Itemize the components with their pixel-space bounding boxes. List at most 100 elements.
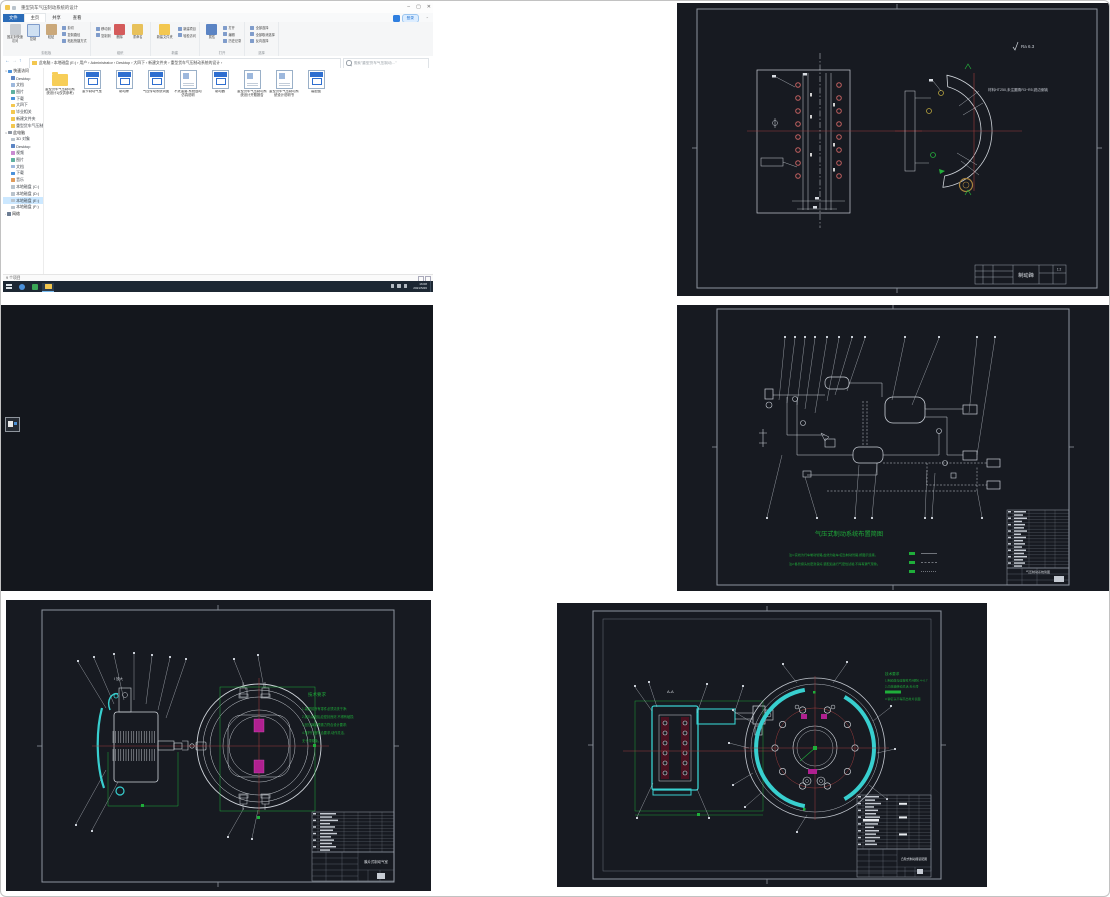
select-all-button[interactable]: 全部选择	[250, 25, 275, 30]
ribbon: 固定到快速访问 复制 粘贴 剪切 复制路径 粘贴快捷方式 剪贴板 移动到 复制到…	[3, 22, 433, 57]
sidebar-item-folder[interactable]: 大四下	[3, 102, 43, 109]
file-item-dwg[interactable]: 重卡制动气室	[77, 70, 107, 94]
open-button[interactable]: 打开	[222, 25, 241, 30]
quick-access-toolbar-icon[interactable]	[12, 5, 16, 10]
doc-file-icon	[275, 70, 293, 89]
legend	[909, 552, 937, 573]
tab-home[interactable]: 主页	[23, 13, 47, 22]
maximize-button[interactable]: ▢	[416, 4, 421, 10]
up-button[interactable]: ↑	[19, 58, 22, 64]
delete-button[interactable]: 删除	[111, 24, 129, 40]
callout-leaders	[766, 337, 996, 518]
collapse-ribbon-icon[interactable]: ⌃	[426, 16, 429, 21]
status-bar: 9 个项目	[3, 274, 433, 282]
copy-to-icon	[95, 33, 100, 37]
pin-to-quick-access-button[interactable]: 固定到快速访问	[6, 24, 24, 43]
forward-button[interactable]: →	[12, 58, 17, 64]
close-button[interactable]: ✕	[427, 4, 431, 10]
netdisk-icon[interactable]	[392, 15, 400, 22]
sidebar-item-documents[interactable]: 文档	[3, 82, 43, 89]
paste-shortcut-button[interactable]: 粘贴快捷方式	[62, 38, 87, 43]
sidebar-item-desktop[interactable]: Desktop	[3, 75, 43, 82]
sidebar-item-drive-d[interactable]: 本地磁盘 (D:)	[3, 190, 43, 197]
file-item-dwg[interactable]: 装配图	[301, 70, 331, 94]
sidebar-item-3d-objects[interactable]: 3D 对象	[3, 136, 43, 143]
doc-file-icon	[179, 70, 197, 89]
sidebar-item-folder[interactable]: 毕业相关	[3, 109, 43, 116]
sidebar-quick-access[interactable]: ∨ 快速访问	[3, 68, 43, 75]
title-block: 气压制动系统简图	[1006, 567, 1070, 586]
new-item-button[interactable]: 新建项目	[177, 26, 196, 31]
invert-selection-button[interactable]: 反向选择	[250, 38, 275, 43]
move-to-button[interactable]: 移动到	[95, 26, 111, 31]
copy-path-button[interactable]: 复制路径	[62, 32, 87, 37]
scale-value: 1:2	[1057, 268, 1062, 272]
copy-to-button[interactable]: 复制到	[95, 33, 111, 38]
show-desktop-button[interactable]	[430, 281, 433, 292]
edit-button[interactable]: 编辑	[222, 32, 241, 37]
tab-file[interactable]: 文件	[3, 14, 24, 22]
start-button[interactable]	[6, 283, 12, 290]
rename-button[interactable]: 重命名	[129, 24, 147, 40]
piping	[773, 382, 963, 476]
taskbar-file-explorer-icon[interactable]	[42, 282, 54, 292]
file-item-dwg[interactable]: 制动器	[205, 70, 235, 94]
svg-text:2.凸轮轴转动灵活,无卡滞: 2.凸轮轴转动灵活,无卡滞	[885, 684, 918, 689]
taskbar-browser-icon[interactable]	[16, 283, 28, 291]
sidebar-item-drive-e-selected[interactable]: 本地磁盘 (E:)	[3, 197, 43, 204]
folder-icon	[52, 72, 68, 86]
sidebar-item-drive-f[interactable]: 本地磁盘 (F:)	[3, 204, 43, 211]
minimized-window-thumbnail[interactable]	[5, 417, 20, 432]
material-note: 材料HT250,未注圆角R3~R5,锐边倒钝	[988, 87, 1048, 92]
dwg-file-icon	[147, 70, 165, 89]
sidebar-item-documents[interactable]: 文档	[3, 163, 43, 170]
file-item-doc[interactable]: 不太重要-系统运动仿真说明	[173, 70, 203, 98]
copy-button[interactable]: 复制	[24, 24, 42, 42]
sidebar-item-desktop[interactable]: Desktop	[3, 143, 43, 150]
paste-button[interactable]: 粘贴	[42, 24, 60, 40]
file-item-folder[interactable]: 重型货车气压制动系统设计1(仅供参考)	[45, 70, 75, 96]
ribbon-tabs: 文件 主页 共享 查看	[3, 13, 433, 22]
sidebar-item-pictures[interactable]: 图片	[3, 156, 43, 163]
minimize-button[interactable]: –	[407, 4, 410, 10]
sidebar-item-music[interactable]: 音乐	[3, 177, 43, 184]
file-item-dwg[interactable]: 气压传动系统简图	[141, 70, 171, 94]
dwg-file-icon	[83, 70, 101, 89]
sidebar-item-folder[interactable]: 重型货车气压制动	[3, 122, 43, 129]
chamber-sheet: I 放大 技术要求 1.装配前所有零件必须清洗干净; 2.膜片装配后应密封良好,…	[37, 605, 399, 887]
file-item-dwg[interactable]: 制动蹄	[109, 70, 139, 94]
sidebar-network[interactable]: › 网络	[3, 211, 43, 218]
easy-access-button[interactable]: 轻松访问	[177, 33, 196, 38]
back-button[interactable]: ←	[5, 58, 10, 64]
cut-button[interactable]: 剪切	[62, 25, 87, 30]
windows-taskbar: 16:08 2021/5/26	[3, 281, 433, 292]
sidebar-item-pictures[interactable]: 图片	[3, 88, 43, 95]
sidebar-item-downloads[interactable]: 下载	[3, 95, 43, 102]
svg-text:无卡滞现象。: 无卡滞现象。	[302, 738, 321, 743]
cut-icon	[62, 25, 66, 30]
sidebar-item-videos[interactable]: 视频	[3, 150, 43, 157]
file-item-doc[interactable]: 重型货车气压制动系统设计说明书	[269, 70, 299, 98]
tab-view[interactable]: 查看	[67, 14, 88, 22]
file-list: 重型货车气压制动系统设计1(仅供参考) 重卡制动气室 制动蹄 气压传动系统简图 …	[43, 68, 433, 275]
part-name: 制动蹄	[1018, 271, 1034, 279]
sidebar-item-folder[interactable]: 新建文件夹	[3, 116, 43, 123]
sidebar-item-downloads[interactable]: 下载	[3, 170, 43, 177]
sidebar-item-drive-c[interactable]: 本地磁盘 (C:)	[3, 184, 43, 191]
select-none-button[interactable]: 全部取消选择	[250, 32, 275, 37]
tab-share[interactable]: 共享	[46, 14, 67, 22]
chamber-section-view: I 放大	[92, 676, 207, 807]
properties-button[interactable]: 属性	[203, 24, 221, 40]
collage-canvas: 重型货车气压制动系统的设计 – ▢ ✕ 文件 主页 共享 查看 登录 ⌃ 固定到…	[0, 0, 1110, 897]
history-button[interactable]: 历史记录	[222, 38, 241, 43]
taskbar-app-icon[interactable]	[29, 283, 41, 291]
sidebar-this-pc[interactable]: ∨ 此电脑	[3, 129, 43, 136]
bom-table	[856, 794, 932, 850]
new-folder-button[interactable]: 新建文件夹	[154, 24, 176, 40]
search-input[interactable]: 搜索"重型货车气压制动…"	[343, 57, 429, 69]
svg-text:3.回位弹簧预紧力符合设计要求;: 3.回位弹簧预紧力符合设计要求;	[302, 722, 347, 727]
system-tray[interactable]	[390, 284, 407, 288]
file-item-doc[interactable]: 重型货车气压制动系统设计开题报告	[237, 70, 267, 98]
taskbar-clock[interactable]: 16:08 2021/5/26	[413, 282, 427, 291]
address-bar[interactable]: 此电脑 › 本地磁盘 (E:) › 用户 › Administrator › D…	[29, 57, 341, 69]
